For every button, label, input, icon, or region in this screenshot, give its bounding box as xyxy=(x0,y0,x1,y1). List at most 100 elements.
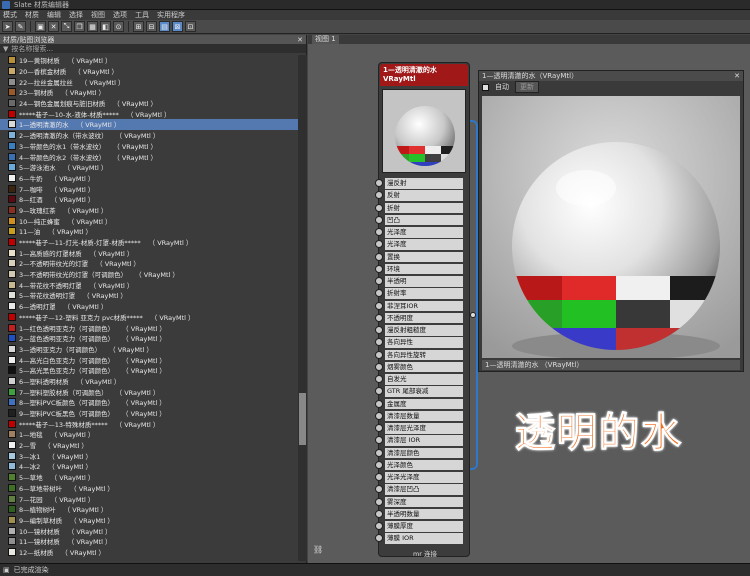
hide-slots-icon[interactable]: ⊠ xyxy=(172,21,183,32)
list-item[interactable]: *****巷子—13-特殊材质***** （ VRayMtl ） xyxy=(0,418,298,429)
input-socket-icon[interactable] xyxy=(375,203,383,212)
input-socket-icon[interactable] xyxy=(375,522,383,531)
list-item[interactable]: 4—带花纹不透明灯罩 （ VRayMtl ） xyxy=(0,279,298,290)
list-item[interactable]: 10—镜材材质 （ VRayMtl ） xyxy=(0,525,298,536)
lock-icon[interactable]: ⊙ xyxy=(113,21,124,32)
list-item[interactable]: 10—纯正蜂蜜 （ VRayMtl ） xyxy=(0,215,298,226)
node-slot[interactable]: 光泽光泽度 xyxy=(375,471,471,483)
node-output-socket[interactable] xyxy=(470,312,476,318)
node-slot[interactable]: GTR 尾部衰减 xyxy=(375,385,471,397)
list-item[interactable]: 19—黄铜材质 （ VRayMtl ） xyxy=(0,55,298,66)
list-item[interactable]: 1—高质感的灯罩材质 （ VRayMtl ） xyxy=(0,247,298,258)
material-id-icon[interactable]: ▦ xyxy=(87,21,98,32)
list-item[interactable]: 6—透明灯罩 （ VRayMtl ） xyxy=(0,301,298,312)
input-socket-icon[interactable] xyxy=(375,448,383,457)
input-socket-icon[interactable] xyxy=(375,473,383,482)
input-socket-icon[interactable] xyxy=(375,252,383,261)
menu-utilities[interactable]: 实用程序 xyxy=(157,10,185,20)
node-slot[interactable]: 清漆层数量 xyxy=(375,410,471,422)
eyedropper-icon[interactable]: ✎ xyxy=(15,21,26,32)
input-socket-icon[interactable] xyxy=(375,191,383,200)
list-item[interactable]: 2—透明清澈的水（带水波纹） （ VRayMtl ） xyxy=(0,130,298,141)
list-item[interactable]: 8—植物树叶 （ VRayMtl ） xyxy=(0,504,298,515)
list-item[interactable]: 9—塑料PVC板黑色（可调颜色） （ VRayMtl ） xyxy=(0,408,298,419)
list-item[interactable]: *****巷子—11-灯光-材质-灯罩-材质***** （ VRayMtl ） xyxy=(0,237,298,248)
node-slot[interactable]: 各向异性旋转 xyxy=(375,349,471,361)
preview-toggle-icon[interactable]: ▤ xyxy=(159,21,170,32)
material-node[interactable]: 1—透明清澈的水 VRayMtl 漫反射 反射 折射 凹凸 光泽度 光泽度 置换… xyxy=(375,62,471,558)
input-socket-icon[interactable] xyxy=(375,485,383,494)
menu-arrow-icon[interactable]: ▼ xyxy=(3,45,8,53)
list-item[interactable]: 3—带颜色的水1（带水波纹） （ VRayMtl ） xyxy=(0,141,298,152)
browser-scrollbar[interactable] xyxy=(298,55,307,561)
list-item[interactable]: 2—蓝色透明亚克力（可调颜色） （ VRayMtl ） xyxy=(0,333,298,344)
input-socket-icon[interactable] xyxy=(375,326,383,335)
list-item[interactable]: 20—香槟金材质 （ VRayMtl ） xyxy=(0,66,298,77)
list-item[interactable]: 7—花园 （ VRayMtl ） xyxy=(0,493,298,504)
list-item[interactable]: 9—编制草材质 （ VRayMtl ） xyxy=(0,515,298,526)
list-item[interactable]: 7—塑料塑胶材质（可调颜色） （ VRayMtl ） xyxy=(0,386,298,397)
search-input[interactable]: 按名称搜索... xyxy=(11,44,53,54)
input-socket-icon[interactable] xyxy=(375,350,383,359)
move-children-icon[interactable]: ⤡ xyxy=(61,21,72,32)
show-map-icon[interactable]: ⊡ xyxy=(185,21,196,32)
list-item[interactable]: 9—玫瑰红茶 （ VRayMtl ） xyxy=(0,205,298,216)
list-item[interactable]: 1—地毯 （ VRayMtl ） xyxy=(0,429,298,440)
menu-options[interactable]: 选项 xyxy=(113,10,127,20)
node-slot[interactable]: 环境 xyxy=(375,263,471,275)
input-socket-icon[interactable] xyxy=(375,179,383,188)
node-slot[interactable]: 漫反射 xyxy=(375,177,471,189)
list-item[interactable]: 4—高光白色亚克力（可调颜色） （ VRayMtl ） xyxy=(0,354,298,365)
input-socket-icon[interactable] xyxy=(375,313,383,322)
layout-icon[interactable]: ⊞ xyxy=(133,21,144,32)
list-item[interactable]: 8—红酒 （ VRayMtl ） xyxy=(0,194,298,205)
list-item[interactable]: 6—草地带树叶 （ VRayMtl ） xyxy=(0,483,298,494)
input-socket-icon[interactable] xyxy=(375,289,383,298)
menu-material[interactable]: 材质 xyxy=(25,10,39,20)
list-item[interactable]: *****巷子—12-塑料 亚克力 pvc材质***** （ VRayMtl ） xyxy=(0,312,298,323)
list-item[interactable]: 11—镜材材质 （ VRayMtl ） xyxy=(0,536,298,547)
list-item[interactable]: 7—咖啡 （ VRayMtl ） xyxy=(0,183,298,194)
node-slot[interactable]: 清漆层 IOR xyxy=(375,434,471,446)
menu-select[interactable]: 选择 xyxy=(69,10,83,20)
node-slot[interactable]: 凹凸 xyxy=(375,214,471,226)
navigator-icon[interactable]: ⛓ xyxy=(313,545,323,554)
list-item[interactable]: 23—铜材质 （ VRayMtl ） xyxy=(0,87,298,98)
list-item[interactable]: 8—塑料PVC板颜色（可调颜色） （ VRayMtl ） xyxy=(0,397,298,408)
assign-icon[interactable]: ▣ xyxy=(35,21,46,32)
input-socket-icon[interactable] xyxy=(375,240,383,249)
list-item[interactable]: 5—游泳池水 （ VRayMtl ） xyxy=(0,162,298,173)
node-slot[interactable]: 半透明 xyxy=(375,275,471,287)
input-socket-icon[interactable] xyxy=(375,215,383,224)
list-item[interactable]: 5—带花纹透明灯罩 （ VRayMtl ） xyxy=(0,290,298,301)
list-item[interactable]: 2—不透明带纹光的灯罩 （ VRayMtl ） xyxy=(0,258,298,269)
node-slot[interactable]: 光泽颜色 xyxy=(375,459,471,471)
tab-view-1[interactable]: 视图 1 xyxy=(312,35,339,44)
update-button[interactable]: 更新 xyxy=(515,81,539,93)
input-socket-icon[interactable] xyxy=(375,424,383,433)
list-item[interactable]: 1—红色透明亚克力（可调颜色） （ VRayMtl ） xyxy=(0,322,298,333)
input-socket-icon[interactable] xyxy=(375,509,383,518)
list-item[interactable]: 1—透明清澈的水 （ VRayMtl ） xyxy=(0,119,298,130)
list-item[interactable]: 5—草地 （ VRayMtl ） xyxy=(0,472,298,483)
list-item[interactable]: 2—雪 （ VRayMtl ） xyxy=(0,440,298,451)
node-slot[interactable]: 不透明度 xyxy=(375,312,471,324)
close-icon[interactable]: ✕ xyxy=(297,36,303,44)
list-item[interactable]: 4—冰2 （ VRayMtl ） xyxy=(0,461,298,472)
browser-search[interactable]: ▼ 按名称搜索... xyxy=(0,44,306,53)
list-item[interactable]: 3—不透明带纹光的灯罩（可调颜色） （ VRayMtl ） xyxy=(0,269,298,280)
list-item[interactable]: 3—透明亚克力（可调颜色） （ VRayMtl ） xyxy=(0,344,298,355)
input-socket-icon[interactable] xyxy=(375,338,383,347)
input-socket-icon[interactable] xyxy=(375,228,383,237)
list-item[interactable]: 11—油 （ VRayMtl ） xyxy=(0,226,298,237)
preview-material-select[interactable]: 1—透明清澈的水 （VRayMtl） xyxy=(482,360,740,370)
list-item[interactable]: 24—钢色金属划痕与脏旧材质 （ VRayMtl ） xyxy=(0,98,298,109)
input-socket-icon[interactable] xyxy=(375,497,383,506)
node-slot[interactable]: 清漆层光泽度 xyxy=(375,422,471,434)
menu-tools[interactable]: 工具 xyxy=(135,10,149,20)
list-item[interactable]: 22—拉丝金属拉丝 （ VRayMtl ） xyxy=(0,76,298,87)
menu-mode[interactable]: 模式 xyxy=(3,10,17,20)
input-socket-icon[interactable] xyxy=(375,362,383,371)
node-header[interactable]: 1—透明清澈的水 VRayMtl xyxy=(380,64,468,86)
close-icon[interactable]: ✕ xyxy=(734,72,740,80)
